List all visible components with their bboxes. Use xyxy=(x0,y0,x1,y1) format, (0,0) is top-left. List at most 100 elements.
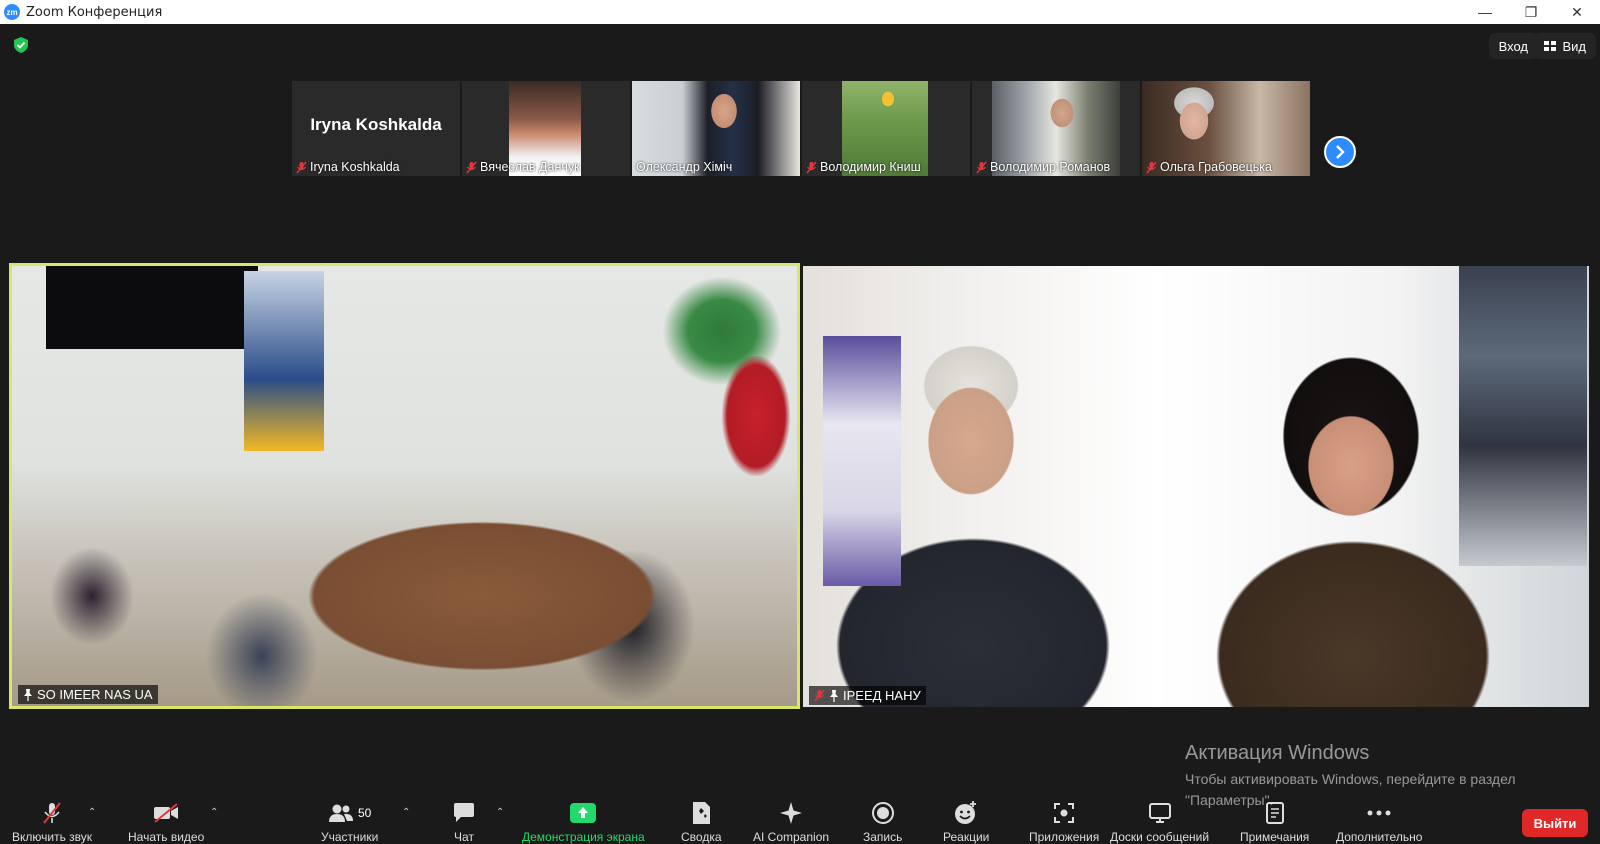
whiteboard-icon xyxy=(1148,803,1171,823)
video-off-icon xyxy=(154,803,179,823)
apps-label: Приложения xyxy=(1029,830,1100,844)
participant-label: Вячеслав Данчук xyxy=(466,160,580,174)
participant-label: Iryna Koshkalda xyxy=(296,160,400,174)
record-icon xyxy=(871,802,894,824)
red-jacket-person xyxy=(722,356,790,476)
ai-companion-label: AI Companion xyxy=(753,830,830,844)
mic-muted-icon xyxy=(806,161,817,173)
grid-view-icon xyxy=(1544,41,1557,51)
window-controls: — ❐ ✕ xyxy=(1462,0,1600,24)
participants-icon xyxy=(328,804,353,822)
login-label: Вход xyxy=(1498,38,1528,54)
video-label-text: ІРЕЕД НАНУ xyxy=(843,688,921,703)
participants-label: Участники xyxy=(321,830,379,844)
view-label: Вид xyxy=(1562,38,1586,54)
participants-options-caret[interactable]: ⌃ xyxy=(402,807,410,818)
audio-options-caret[interactable]: ⌃ xyxy=(88,807,96,818)
security-shield-icon[interactable] xyxy=(12,36,30,54)
notes-label: Примечания xyxy=(1240,830,1310,844)
participant-tile[interactable]: Володимир Романов xyxy=(972,81,1140,176)
smiley-plus-icon xyxy=(955,801,977,824)
whiteboards-button[interactable]: Доски сообщений xyxy=(1110,801,1209,844)
participants-button[interactable]: 50 Участники xyxy=(321,801,378,844)
apps-button[interactable]: Приложения xyxy=(1029,801,1099,844)
participant-tile[interactable]: Вячеслав Данчук xyxy=(462,81,630,176)
notes-icon xyxy=(1265,802,1284,824)
reactions-button[interactable]: Реакции xyxy=(943,801,989,844)
participant-name: Володимир Романов xyxy=(990,160,1111,174)
close-button[interactable]: ✕ xyxy=(1554,0,1600,24)
notes-button[interactable]: Примечания xyxy=(1240,801,1309,844)
participant-label: Ольга Грабовецька xyxy=(1146,160,1272,174)
minimize-button[interactable]: — xyxy=(1462,0,1508,24)
mic-muted-icon xyxy=(1146,161,1157,173)
start-video-button[interactable]: Начать видео xyxy=(128,801,204,844)
more-dots-icon xyxy=(1367,810,1391,816)
more-button[interactable]: Дополнительно xyxy=(1336,801,1422,844)
record-button[interactable]: Запись xyxy=(863,801,902,844)
unmute-button[interactable]: Включить звук xyxy=(12,801,92,844)
view-button[interactable]: Вид xyxy=(1534,33,1596,59)
participant-tile[interactable]: Ольга Грабовецька xyxy=(1142,81,1310,176)
login-button[interactable]: Вход xyxy=(1488,33,1538,59)
video-label: SO IMEER NAS UA xyxy=(18,685,158,704)
participant-label: Володимир Романов xyxy=(976,160,1110,174)
chat-button[interactable]: Чат xyxy=(452,801,476,844)
reactions-label: Реакции xyxy=(943,830,990,844)
record-label: Запись xyxy=(863,830,903,844)
participant-tile[interactable]: Володимир Книш xyxy=(802,81,970,176)
participant-name: Олександр Хіміч xyxy=(636,160,733,174)
chat-options-caret[interactable]: ⌃ xyxy=(496,807,504,818)
meeting-area: Вход Вид Iryna Koshkalda Iryna Koshkalda… xyxy=(0,24,1600,841)
video-options-caret[interactable]: ⌃ xyxy=(210,807,218,818)
participant-name: Iryna Koshkalda xyxy=(310,160,400,174)
mic-muted-icon xyxy=(43,802,61,824)
summary-label: Сводка xyxy=(681,830,722,844)
video-label-text: SO IMEER NAS UA xyxy=(37,687,153,702)
participant-label: Володимир Книш xyxy=(806,160,921,174)
summary-button[interactable]: Сводка xyxy=(681,801,722,844)
participant-tile[interactable]: Олександр Хіміч xyxy=(632,81,800,176)
summary-icon xyxy=(693,802,711,824)
whiteboards-label: Доски сообщений xyxy=(1110,830,1210,844)
unmute-label: Включить звук xyxy=(12,830,93,844)
participant-name: Ольга Грабовецька xyxy=(1160,160,1272,174)
share-screen-icon xyxy=(570,803,597,823)
mic-muted-icon xyxy=(976,161,987,173)
tv-screen xyxy=(46,266,258,349)
leave-button[interactable]: Выйти xyxy=(1522,809,1588,837)
participant-name-placeholder: Iryna Koshkalda xyxy=(310,115,442,134)
chevron-right-icon xyxy=(1336,145,1345,159)
gallery-strip: Iryna Koshkalda Iryna Koshkalda Вячеслав… xyxy=(292,81,1310,176)
mic-muted-icon xyxy=(466,161,477,173)
share-screen-button[interactable]: Демонстрация экрана xyxy=(522,801,645,844)
chat-label: Чат xyxy=(454,830,474,844)
purple-banner xyxy=(823,336,901,586)
ai-companion-button[interactable]: AI Companion xyxy=(753,801,829,844)
mic-muted-icon xyxy=(296,161,307,173)
title-bar: zm Zoom Конференция — ❐ ✕ xyxy=(0,0,1600,24)
pin-icon xyxy=(24,688,32,701)
main-video-right[interactable]: ІРЕЕД НАНУ xyxy=(803,266,1589,707)
next-page-button[interactable] xyxy=(1324,136,1356,168)
share-screen-label: Демонстрация экрана xyxy=(522,830,645,844)
video-label: ІРЕЕД НАНУ xyxy=(809,686,926,705)
screen-right xyxy=(1459,266,1587,566)
participant-name: Вячеслав Данчук xyxy=(480,160,580,174)
restore-button[interactable]: ❐ xyxy=(1508,0,1554,24)
window-title: Zoom Конференция xyxy=(26,4,163,20)
apps-icon xyxy=(1054,803,1075,823)
more-label: Дополнительно xyxy=(1336,830,1423,844)
participant-label: Олександр Хіміч xyxy=(636,160,732,174)
chat-icon xyxy=(454,803,474,822)
pin-icon xyxy=(830,689,838,702)
banner xyxy=(244,271,324,451)
participants-count: 50 xyxy=(357,806,372,820)
main-video-left[interactable]: SO IMEER NAS UA xyxy=(9,263,800,709)
sparkle-icon xyxy=(780,802,803,824)
participant-name: Володимир Книш xyxy=(820,160,921,174)
mic-muted-icon xyxy=(814,689,825,702)
watermark-title: Активация Windows xyxy=(1185,742,1370,764)
start-video-label: Начать видео xyxy=(128,830,205,844)
participant-tile[interactable]: Iryna Koshkalda Iryna Koshkalda xyxy=(292,81,460,176)
